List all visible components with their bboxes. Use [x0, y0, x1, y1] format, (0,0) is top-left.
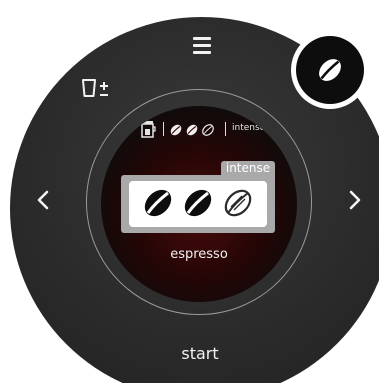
intensity-beans-panel	[129, 181, 267, 227]
center-display: intense intense espresso	[101, 106, 297, 302]
status-intensity-text: intense	[232, 123, 266, 133]
menu-button[interactable]	[191, 37, 213, 57]
intensity-tab-label: intense	[225, 161, 271, 175]
chevron-right-icon	[349, 190, 361, 210]
menu-icon	[193, 37, 211, 40]
start-button[interactable]: start	[160, 341, 240, 367]
display-status-bar: intense	[139, 120, 271, 142]
bean-filled-icon	[184, 189, 212, 217]
bean-outline-icon	[224, 189, 252, 217]
coffee-machine-interface: intense intense espresso start	[0, 0, 379, 383]
mini-bean-filled-icon	[186, 124, 198, 136]
cup-icon	[141, 121, 156, 138]
cup-plus-minus-icon	[82, 79, 108, 97]
menu-icon-line	[193, 51, 211, 54]
beverage-name: espresso	[170, 247, 228, 262]
intensity-tab: intense	[221, 161, 275, 176]
status-separator	[225, 122, 226, 136]
bean-filled-icon	[144, 189, 172, 217]
mini-bean-filled-icon	[170, 124, 182, 136]
bean-intensity-button-face	[296, 36, 364, 104]
status-separator	[163, 122, 164, 136]
mini-bean-outline-icon	[202, 124, 214, 136]
coffee-bean-icon	[319, 59, 341, 81]
cup-size-adjust-button[interactable]	[80, 76, 112, 102]
previous-button[interactable]	[32, 187, 54, 213]
chevron-left-icon	[37, 190, 49, 210]
next-button[interactable]	[344, 187, 366, 213]
bean-intensity-button[interactable]	[291, 31, 369, 109]
intensity-card-body	[121, 175, 275, 233]
menu-icon-line	[193, 44, 211, 47]
intensity-selector-card[interactable]: intense	[121, 161, 275, 233]
